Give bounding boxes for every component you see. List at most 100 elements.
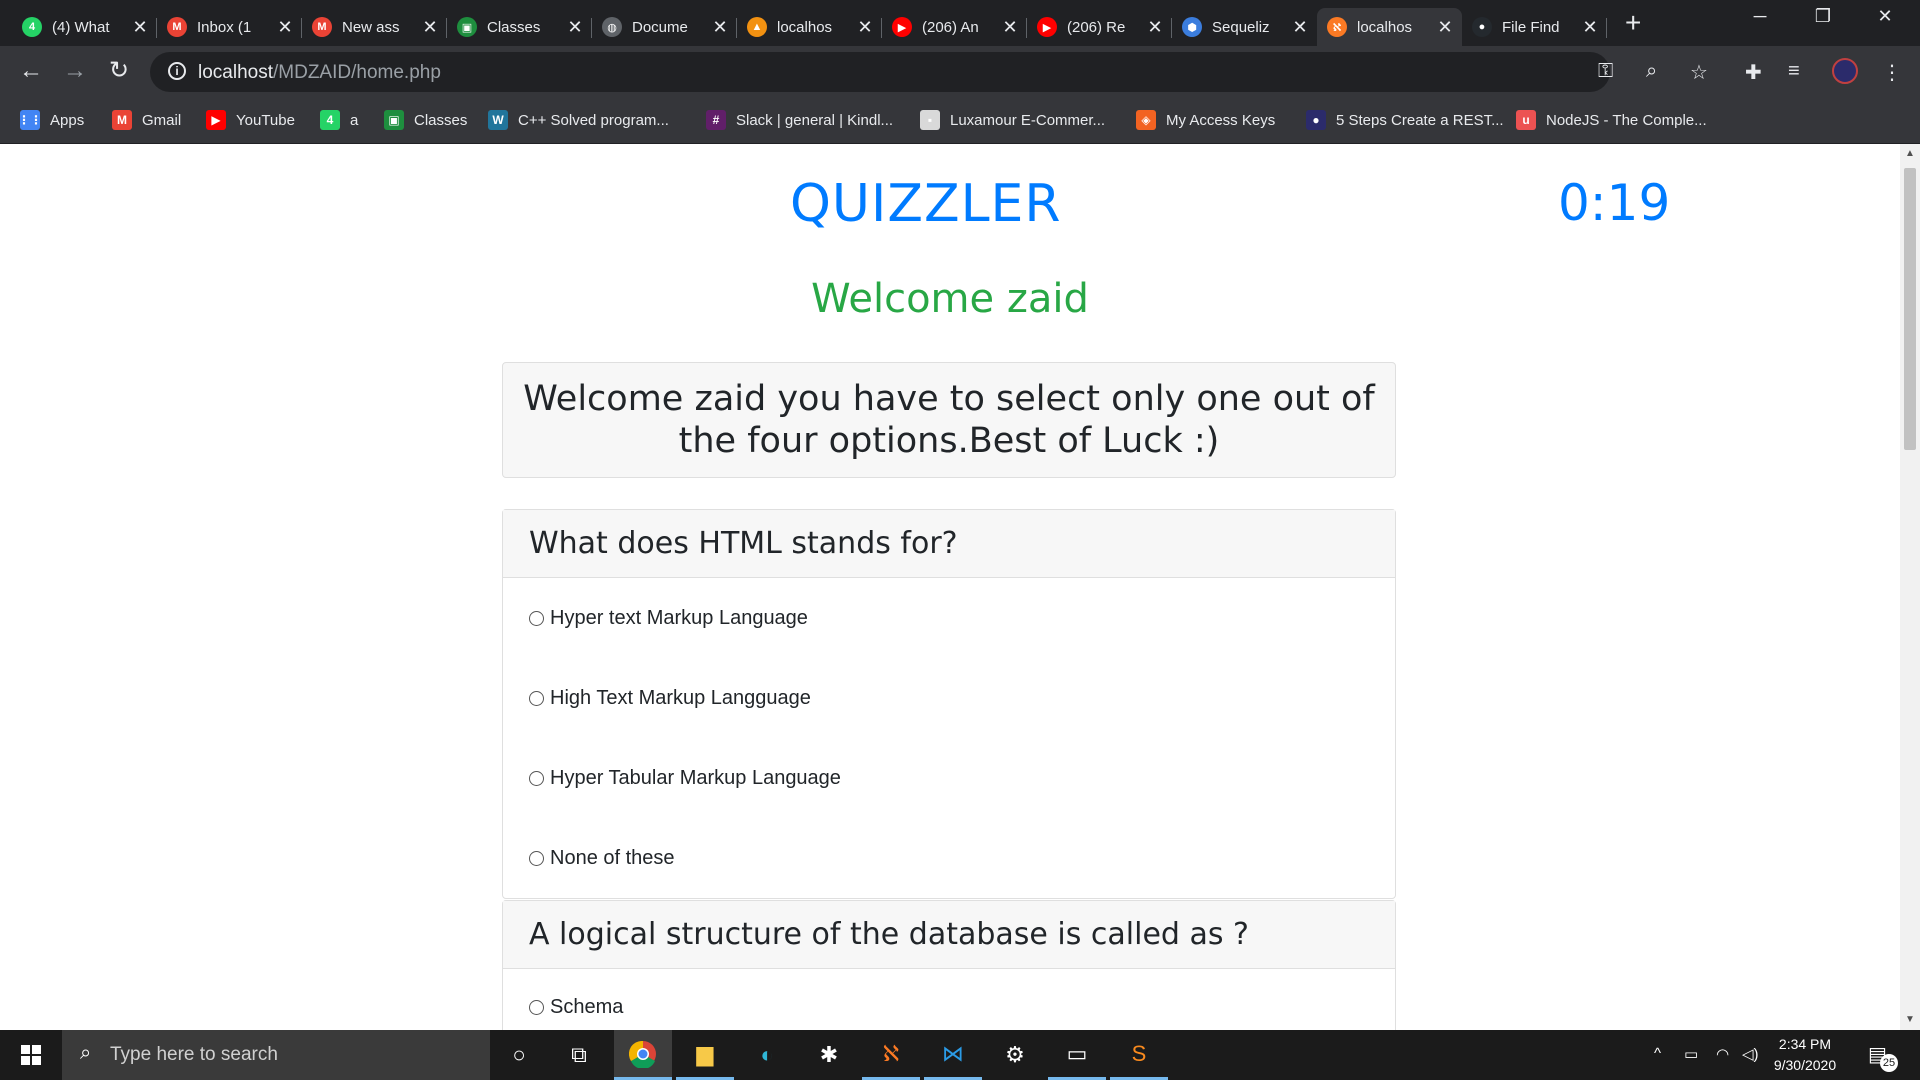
option-label[interactable]: High Text Markup Langguage — [550, 687, 811, 710]
site-info-icon[interactable]: i — [168, 62, 186, 80]
minimize-button[interactable]: ─ — [1745, 6, 1775, 27]
close-window-button[interactable]: ✕ — [1870, 6, 1900, 27]
slack-taskbar-icon[interactable]: ✱ — [800, 1030, 858, 1080]
youtube-icon: ▶ — [1037, 17, 1057, 37]
key-icon[interactable]: ⚿ — [1598, 60, 1613, 83]
bookmark-item[interactable]: ◈ My Access Keys — [1136, 110, 1275, 130]
browser-tab[interactable]: M Inbox (1 ✕ — [157, 8, 302, 46]
chrome-taskbar-icon[interactable] — [614, 1030, 672, 1080]
terminal-icon[interactable]: ▭ — [1048, 1030, 1106, 1080]
star-bookmark-icon[interactable]: ☆ — [1690, 60, 1708, 85]
option-row[interactable]: Schema — [503, 969, 1395, 1030]
bookmark-item[interactable]: 4a — [320, 110, 358, 130]
option-label[interactable]: Hyper Tabular Markup Language — [550, 767, 841, 790]
welcome-heading: Welcome zaid — [811, 276, 1089, 322]
close-tab-icon[interactable]: ✕ — [277, 17, 293, 38]
close-tab-icon[interactable]: ✕ — [132, 17, 148, 38]
address-bar[interactable]: i localhost/MDZAID/home.php ⚿ ⌕ ☆ — [150, 52, 1708, 92]
option-row[interactable]: Hyper Tabular Markup Language — [503, 738, 1395, 818]
gmail-icon: M — [167, 17, 187, 37]
browser-tab[interactable]: M New ass ✕ — [302, 8, 447, 46]
file-explorer-icon[interactable]: ▆ — [676, 1030, 734, 1080]
bookmark-item[interactable]: ● 5 Steps Create a REST... — [1306, 110, 1504, 130]
bookmark-item[interactable]: ⋮⋮ Apps — [18, 110, 85, 130]
close-tab-icon[interactable]: ✕ — [712, 17, 728, 38]
restore-button[interactable]: ❐ — [1808, 6, 1838, 27]
option-row[interactable]: None of these — [503, 818, 1395, 898]
close-tab-icon[interactable]: ✕ — [1002, 17, 1018, 38]
bookmark-page-icon: ▪ — [920, 110, 940, 130]
settings-gear-icon[interactable]: ⚙ — [986, 1030, 1044, 1080]
url-text[interactable]: localhost/MDZAID/home.php — [198, 62, 441, 84]
volume-icon[interactable]: ◁) — [1742, 1045, 1759, 1063]
profile-avatar-icon[interactable] — [1832, 58, 1858, 84]
forward-arrow-icon[interactable]: → — [60, 58, 90, 84]
bookmark-label: Apps — [50, 111, 85, 129]
task-view-icon[interactable]: ⧉ — [550, 1030, 608, 1080]
option-row[interactable]: High Text Markup Langguage — [503, 658, 1395, 738]
vscode-icon[interactable]: ⋈ — [924, 1030, 982, 1080]
reload-icon[interactable]: ↻ — [104, 58, 134, 84]
wordpress-icon: W — [488, 110, 508, 130]
close-tab-icon[interactable]: ✕ — [1292, 17, 1308, 38]
bookmark-item[interactable]: ▣ Classes — [384, 110, 467, 130]
gmail-icon: M — [112, 110, 132, 130]
wifi-icon[interactable]: ◠ — [1716, 1045, 1729, 1063]
close-tab-icon[interactable]: ✕ — [1582, 17, 1598, 38]
browser-tab[interactable]: ▲ localhos ✕ — [737, 8, 882, 46]
scrollbar-thumb[interactable] — [1904, 168, 1916, 450]
instructions-card: Welcome zaid you have to select only one… — [502, 362, 1396, 478]
close-tab-icon[interactable]: ✕ — [1147, 17, 1163, 38]
browser-tab[interactable]: ▶ (206) An ✕ — [882, 8, 1027, 46]
media-queue-icon[interactable]: ≡ — [1788, 60, 1800, 83]
windows-start-button[interactable] — [0, 1030, 62, 1080]
menu-kebab-icon[interactable]: ⋮ — [1882, 60, 1902, 85]
bookmark-label: Gmail — [142, 111, 182, 129]
sublime-text-icon[interactable]: S — [1110, 1030, 1168, 1080]
bookmark-item[interactable]: ▪ Luxamour E-Commer... — [920, 110, 1105, 130]
scroll-down-arrow-icon[interactable]: ▼ — [1904, 1014, 1916, 1025]
option-label[interactable]: Schema — [550, 996, 623, 1019]
option-row[interactable]: Hyper text Markup Language — [503, 578, 1395, 658]
vertical-scrollbar[interactable]: ▲ ▼ — [1900, 144, 1920, 1030]
cortana-icon[interactable]: ○ — [490, 1030, 548, 1080]
radio-button[interactable] — [529, 610, 544, 626]
close-tab-icon[interactable]: ✕ — [567, 17, 583, 38]
bookmark-item[interactable]: W C++ Solved program... — [488, 110, 669, 130]
bookmark-item[interactable]: # Slack | general | Kindl... — [706, 110, 893, 130]
taskbar-search-box[interactable]: ⌕ Type here to search — [62, 1030, 490, 1080]
close-tab-icon[interactable]: ✕ — [422, 17, 438, 38]
xampp-taskbar-icon[interactable]: ℵ — [862, 1030, 920, 1080]
brand-title: QUIZZLER — [790, 174, 1062, 234]
option-label[interactable]: Hyper text Markup Language — [550, 607, 808, 630]
browser-tab[interactable]: ⬢ Sequeliz ✕ — [1172, 8, 1317, 46]
browser-tab[interactable]: ● File Find ✕ — [1462, 8, 1607, 46]
close-tab-icon[interactable]: ✕ — [1437, 17, 1453, 38]
scroll-up-arrow-icon[interactable]: ▲ — [1904, 148, 1916, 159]
browser-tab[interactable]: ▣ Classes ✕ — [447, 8, 592, 46]
browser-tab[interactable]: 4 (4) What ✕ — [12, 8, 157, 46]
bookmark-item[interactable]: u NodeJS - The Comple... — [1516, 110, 1707, 130]
zoom-icon[interactable]: ⌕ — [1646, 60, 1657, 83]
battery-icon[interactable]: ▭ — [1684, 1045, 1698, 1063]
close-tab-icon[interactable]: ✕ — [857, 17, 873, 38]
show-hidden-icons-chevron-icon[interactable]: ^ — [1654, 1045, 1661, 1062]
browser-tab[interactable]: ℵ localhos ✕ — [1317, 8, 1462, 46]
windows-logo-icon — [21, 1045, 41, 1065]
browser-tab[interactable]: ◍ Docume ✕ — [592, 8, 737, 46]
browser-tab[interactable]: ▶ (206) Re ✕ — [1027, 8, 1172, 46]
bookmark-item[interactable]: ▶ YouTube — [206, 110, 295, 130]
radio-button[interactable] — [529, 850, 544, 866]
radio-button[interactable] — [529, 690, 544, 706]
extensions-puzzle-icon[interactable]: ✚ — [1745, 60, 1762, 85]
slack-icon: # — [706, 110, 726, 130]
edge-icon[interactable]: ◐ — [738, 1030, 796, 1080]
tab-title: localhos — [1357, 18, 1413, 36]
radio-button[interactable] — [529, 770, 544, 786]
system-clock[interactable]: 2:34 PM 9/30/2020 — [1760, 1034, 1850, 1076]
bookmark-item[interactable]: M Gmail — [112, 110, 181, 130]
radio-button[interactable] — [529, 999, 544, 1015]
back-arrow-icon[interactable]: ← — [16, 58, 46, 84]
new-tab-button[interactable]: + — [1625, 9, 1641, 37]
option-label[interactable]: None of these — [550, 847, 675, 870]
